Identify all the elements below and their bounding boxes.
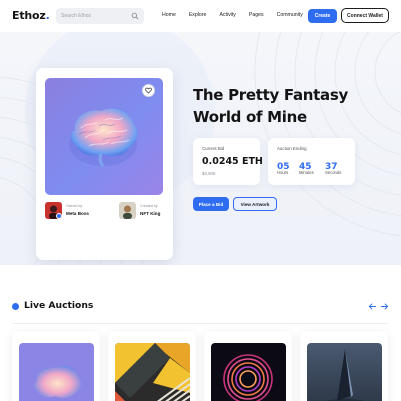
- auction-card-image[interactable]: [307, 343, 382, 401]
- nav-community[interactable]: Community: [277, 12, 303, 18]
- arrow-left-icon[interactable]: [368, 302, 377, 311]
- search-box[interactable]: [56, 8, 144, 24]
- creator-name[interactable]: NFT King: [140, 211, 160, 216]
- owner-label: Owned by: [66, 204, 83, 208]
- owner-name[interactable]: Meta Boss: [66, 211, 89, 216]
- search-input[interactable]: [61, 13, 131, 19]
- creator-avatar[interactable]: [119, 202, 136, 219]
- main-nav: Home Explore Activity Pages Community: [162, 12, 316, 18]
- current-bid-caption: Current Bid: [202, 146, 225, 151]
- page: Ethoz. Home Explore Activity Pages Commu…: [0, 0, 401, 401]
- nav-explore[interactable]: Explore: [189, 12, 207, 18]
- current-bid-usd: $2,505: [202, 171, 216, 176]
- nav-pages[interactable]: Pages: [249, 12, 264, 18]
- create-button[interactable]: Create: [308, 9, 337, 23]
- heart-icon: [145, 87, 152, 94]
- auction-card[interactable]: [108, 331, 196, 401]
- auction-card-image[interactable]: [211, 343, 286, 401]
- logo[interactable]: Ethoz.: [12, 9, 50, 22]
- countdown-seconds: 37 Seconds: [325, 156, 342, 175]
- auction-ending-panel: Auction Ending 05 Hours 45 Minutes 37 Se…: [268, 138, 355, 185]
- seconds-label: Seconds: [325, 170, 342, 175]
- auction-card[interactable]: [300, 331, 388, 401]
- connect-wallet-button[interactable]: Connect Wallet: [341, 8, 389, 23]
- view-artwork-button[interactable]: View Artwork: [233, 197, 277, 211]
- auction-card-image[interactable]: [19, 343, 94, 401]
- verified-icon: [56, 213, 62, 219]
- place-bid-button[interactable]: Place a Bid: [193, 197, 229, 211]
- current-bid-eth: 0.0245 ETH: [202, 156, 263, 167]
- minutes-label: Minutes: [299, 170, 314, 175]
- live-indicator-dot: [12, 303, 19, 310]
- hero-section: Owned by Meta Boss Created by NFT King T…: [0, 32, 401, 265]
- hours-label: Hours: [277, 170, 289, 175]
- logo-dot: .: [45, 9, 50, 22]
- live-auctions-header: Live Auctions: [12, 300, 389, 314]
- auction-card[interactable]: [204, 331, 292, 401]
- auction-ending-caption: Auction Ending: [277, 146, 307, 151]
- section-divider: [12, 323, 389, 324]
- nav-home[interactable]: Home: [162, 12, 176, 18]
- live-auctions-title: Live Auctions: [24, 300, 94, 311]
- featured-nft-card[interactable]: Owned by Meta Boss Created by NFT King: [36, 68, 173, 260]
- top-header: Ethoz. Home Explore Activity Pages Commu…: [0, 0, 401, 32]
- logo-text: Ethoz: [12, 9, 46, 22]
- hero-title: The Pretty Fantasy World of Mine: [193, 84, 373, 128]
- current-bid-panel: Current Bid 0.0245 ETH $2,505: [193, 138, 263, 185]
- countdown-hours: 05 Hours: [277, 156, 290, 175]
- hero-title-line-1: The Pretty Fantasy: [193, 86, 348, 104]
- countdown-minutes: 45 Minutes: [299, 156, 314, 175]
- auction-card[interactable]: [12, 331, 100, 401]
- hero-title-line-2: World of Mine: [193, 108, 307, 126]
- arrow-right-icon[interactable]: [380, 302, 389, 311]
- search-icon[interactable]: [131, 12, 139, 20]
- creator-label: Created by: [140, 204, 158, 208]
- favorite-button[interactable]: [142, 84, 155, 97]
- nav-activity[interactable]: Activity: [219, 12, 235, 18]
- auction-card-image[interactable]: [115, 343, 190, 401]
